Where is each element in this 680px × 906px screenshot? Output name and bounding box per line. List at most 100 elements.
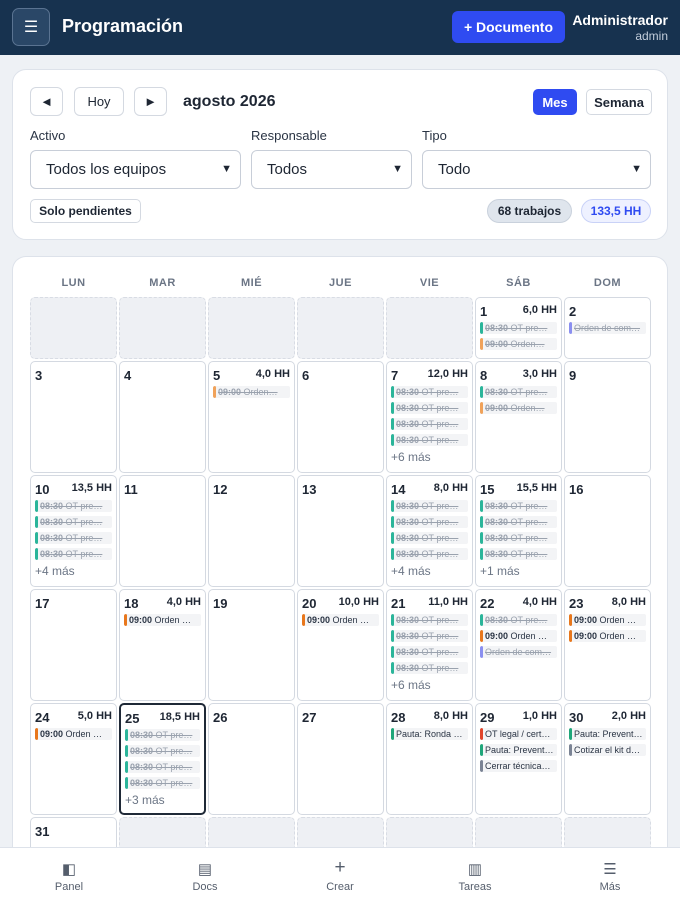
- day-cell[interactable]: 21 11,0 HH 08:30 OT pre… 08:30 OT pre… 08:30…: [386, 589, 473, 701]
- calendar-event[interactable]: 08:30 OT pre…: [391, 646, 468, 658]
- user-name[interactable]: Administrador: [572, 12, 668, 28]
- day-cell[interactable]: 7 12,0 HH 08:30 OT pre… 08:30 OT pre… 08:30 …: [386, 361, 473, 473]
- calendar-event[interactable]: Orden de com…: [569, 322, 646, 334]
- calendar-event[interactable]: 08:30 OT pre…: [480, 322, 557, 334]
- next-month-button[interactable]: ►: [134, 87, 167, 116]
- pending-only-button[interactable]: Solo pendientes: [30, 199, 141, 223]
- calendar-event[interactable]: 08:30 OT pre…: [391, 614, 468, 626]
- calendar-event[interactable]: 09:00 Orden …: [302, 614, 379, 626]
- asset-filter-label: Activo: [30, 128, 66, 143]
- calendar-event[interactable]: 08:30 OT pre…: [125, 745, 200, 757]
- calendar-event[interactable]: 08:30 OT pre…: [391, 402, 468, 414]
- day-cell[interactable]: 15 15,5 HH 08:30 OT pre… 08:30 OT pre… 08:30…: [475, 475, 562, 587]
- today-button[interactable]: Hoy: [74, 87, 124, 116]
- day-cell[interactable]: 25 18,5 HH 08:30 OT pre… 08:30 OT pre… 08:30…: [119, 703, 206, 815]
- day-cell[interactable]: 3: [30, 361, 117, 473]
- day-cell[interactable]: 19: [208, 589, 295, 701]
- calendar-event[interactable]: 09:00 Orden…: [480, 338, 557, 350]
- calendar-event[interactable]: 08:30 OT pre…: [480, 386, 557, 398]
- hamburger-menu-button[interactable]: ☰: [12, 8, 50, 46]
- day-cell[interactable]: 30 2,0 HH Pauta: Prevent… Cotizar el kit d…: [564, 703, 651, 815]
- asset-select[interactable]: Todos los equipos ▼: [30, 150, 241, 189]
- nav-tasks[interactable]: ▥ Tareas: [407, 848, 543, 906]
- day-cell[interactable]: 20 10,0 HH 09:00 Orden …: [297, 589, 384, 701]
- day-cell[interactable]: 6: [297, 361, 384, 473]
- more-events-link[interactable]: +4 más: [391, 564, 431, 578]
- calendar-event[interactable]: 08:30 OT pre…: [391, 548, 468, 560]
- calendar-event[interactable]: 09:00 Orden…: [213, 386, 290, 398]
- day-number: 1: [480, 304, 488, 319]
- calendar-event[interactable]: 08:30 OT pre…: [391, 386, 468, 398]
- calendar-event[interactable]: 08:30 OT pre…: [391, 516, 468, 528]
- calendar-event[interactable]: 09:00 Orden …: [569, 614, 646, 626]
- more-events-link[interactable]: +3 más: [125, 793, 165, 807]
- calendar-event[interactable]: Cerrar técnica…: [480, 760, 557, 772]
- day-cell[interactable]: 24 5,0 HH 09:00 Orden …: [30, 703, 117, 815]
- calendar-event[interactable]: 08:30 OT pre…: [391, 662, 468, 674]
- view-month-button[interactable]: Mes: [533, 89, 577, 115]
- day-cell[interactable]: 5 4,0 HH 09:00 Orden…: [208, 361, 295, 473]
- nav-create[interactable]: + Crear: [272, 848, 408, 906]
- day-cell[interactable]: 12: [208, 475, 295, 587]
- calendar-event[interactable]: 08:30 OT pre…: [391, 500, 468, 512]
- day-cell[interactable]: 28 8,0 HH Pauta: Ronda …: [386, 703, 473, 815]
- prev-month-button[interactable]: ◄: [30, 87, 63, 116]
- view-week-button[interactable]: Semana: [586, 89, 652, 115]
- nav-docs[interactable]: ▤ Docs: [137, 848, 273, 906]
- day-cell[interactable]: 23 8,0 HH 09:00 Orden … 09:00 Orden …: [564, 589, 651, 701]
- day-cell[interactable]: 22 4,0 HH 08:30 OT pre… 09:00 Orden … Orden …: [475, 589, 562, 701]
- day-cell[interactable]: 10 13,5 HH 08:30 OT pre… 08:30 OT pre… 08:30…: [30, 475, 117, 587]
- day-cell[interactable]: 11: [119, 475, 206, 587]
- more-events-link[interactable]: +6 más: [391, 450, 431, 464]
- calendar-event[interactable]: 08:30 OT pre…: [480, 548, 557, 560]
- day-cell[interactable]: 26: [208, 703, 295, 815]
- calendar-event[interactable]: 09:00 Orden …: [124, 614, 201, 626]
- calendar-event[interactable]: 08:30 OT pre…: [480, 516, 557, 528]
- calendar-event[interactable]: 08:30 OT pre…: [35, 516, 112, 528]
- calendar-event[interactable]: 08:30 OT pre…: [391, 532, 468, 544]
- calendar-event[interactable]: 08:30 OT pre…: [480, 500, 557, 512]
- day-cell[interactable]: 1 6,0 HH 08:30 OT pre… 09:00 Orden…: [475, 297, 562, 359]
- calendar-event[interactable]: 08:30 OT pre…: [35, 500, 112, 512]
- calendar-event[interactable]: OT legal / cert…: [480, 728, 557, 740]
- more-events-link[interactable]: +4 más: [35, 564, 75, 578]
- calendar-event[interactable]: 08:30 OT pre…: [480, 614, 557, 626]
- more-events-link[interactable]: +1 más: [480, 564, 520, 578]
- calendar-event[interactable]: Orden de com…: [480, 646, 557, 658]
- day-cell[interactable]: 14 8,0 HH 08:30 OT pre… 08:30 OT pre… 08:30 …: [386, 475, 473, 587]
- day-cell[interactable]: 4: [119, 361, 206, 473]
- day-cell[interactable]: 18 4,0 HH 09:00 Orden …: [119, 589, 206, 701]
- calendar-event[interactable]: 09:00 Orden …: [569, 630, 646, 642]
- calendar-event[interactable]: Pauta: Prevent…: [480, 744, 557, 756]
- day-cell[interactable]: 27: [297, 703, 384, 815]
- type-select[interactable]: Todo ▼: [422, 150, 651, 189]
- day-cell[interactable]: 16: [564, 475, 651, 587]
- calendar-event[interactable]: 08:30 OT pre…: [391, 630, 468, 642]
- day-cell[interactable]: 29 1,0 HH OT legal / cert… Pauta: Prevent… C…: [475, 703, 562, 815]
- day-cell[interactable]: 17: [30, 589, 117, 701]
- day-cell[interactable]: 9: [564, 361, 651, 473]
- calendar-event[interactable]: 09:00 Orden …: [35, 728, 112, 740]
- calendar-event[interactable]: 08:30 OT pre…: [35, 532, 112, 544]
- more-events-link[interactable]: +6 más: [391, 678, 431, 692]
- calendar-event[interactable]: 08:30 OT pre…: [125, 777, 200, 789]
- calendar-event[interactable]: 08:30 OT pre…: [125, 761, 200, 773]
- calendar-event[interactable]: 08:30 OT pre…: [480, 532, 557, 544]
- new-document-button[interactable]: + Documento: [452, 11, 565, 43]
- calendar-event[interactable]: 08:30 OT pre…: [391, 434, 468, 446]
- day-cell[interactable]: 13: [297, 475, 384, 587]
- calendar-event[interactable]: 08:30 OT pre…: [391, 418, 468, 430]
- calendar-event[interactable]: Pauta: Prevent…: [569, 728, 646, 740]
- day-cell[interactable]: 8 3,0 HH 08:30 OT pre… 09:00 Orden…: [475, 361, 562, 473]
- owner-select[interactable]: Todos ▼: [251, 150, 412, 189]
- calendar-event[interactable]: 08:30 OT pre…: [125, 729, 200, 741]
- calendar-event[interactable]: 09:00 Orden …: [480, 630, 557, 642]
- calendar-event[interactable]: Pauta: Ronda …: [391, 728, 468, 740]
- calendar-event[interactable]: 09:00 Orden…: [480, 402, 557, 414]
- nav-panel[interactable]: ◧ Panel: [1, 848, 137, 906]
- calendar-event[interactable]: 08:30 OT pre…: [35, 548, 112, 560]
- nav-more[interactable]: ☰ Más: [542, 848, 678, 906]
- nav-create-label: Crear: [326, 881, 354, 893]
- calendar-event[interactable]: Cotizar el kit d…: [569, 744, 646, 756]
- day-cell[interactable]: 2 Orden de com…: [564, 297, 651, 359]
